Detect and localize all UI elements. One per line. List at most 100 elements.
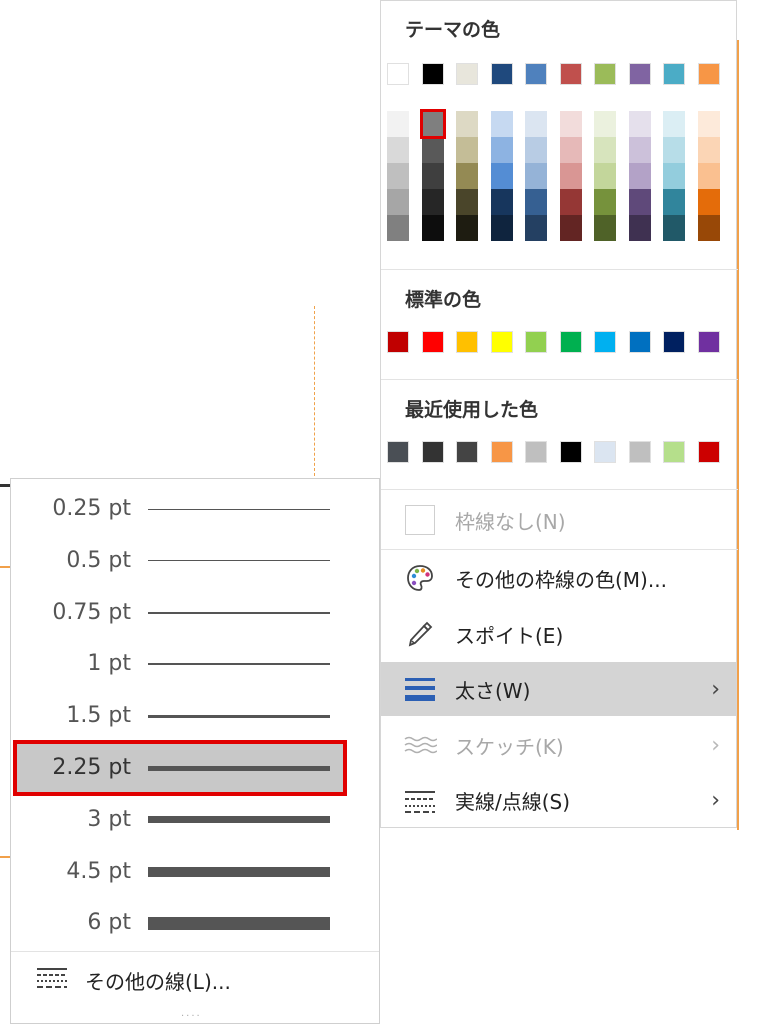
theme-shade-swatch[interactable] [456,189,478,215]
theme-color-swatch[interactable] [697,63,720,85]
theme-shade-swatch[interactable] [456,137,478,163]
theme-shade-swatch[interactable] [490,163,513,189]
line-weight-option[interactable]: 2.25 pt [13,740,347,796]
theme-shade-swatch[interactable] [456,215,478,241]
line-weight-option[interactable]: 6 pt [15,897,345,949]
theme-shade-swatch[interactable] [594,163,616,189]
theme-shade-swatch[interactable] [456,163,478,189]
theme-shade-swatch[interactable] [697,137,720,163]
theme-shade-swatch[interactable] [490,215,513,241]
theme-shade-swatch[interactable] [490,137,513,163]
theme-color-swatch[interactable] [559,63,582,85]
resize-grip[interactable]: ···· [181,1011,202,1022]
line-weight-option[interactable]: 0.75 pt [15,587,345,639]
theme-shade-swatch[interactable] [697,215,720,241]
theme-shade-swatch[interactable] [421,137,444,163]
theme-shade-swatch[interactable] [594,189,616,215]
theme-shade-swatch[interactable] [594,137,616,163]
theme-shade-swatch[interactable] [525,215,547,241]
theme-shade-swatch[interactable] [594,215,616,241]
theme-shade-swatch[interactable] [387,111,409,137]
theme-shade-swatch[interactable] [559,163,582,189]
theme-color-swatch[interactable] [628,63,651,85]
theme-shade-swatch[interactable] [525,111,547,137]
more-border-colors-item[interactable]: その他の枠線の色(M)... [381,551,736,605]
standard-color-swatch[interactable] [594,331,616,353]
theme-shade-swatch[interactable] [628,137,651,163]
theme-shade-swatch[interactable] [387,215,409,241]
theme-shade-swatch[interactable] [559,111,582,137]
recent-color-swatch[interactable] [663,441,685,463]
line-weight-option[interactable]: 1.5 pt [15,690,345,742]
standard-color-swatch[interactable] [559,331,582,353]
more-lines-item[interactable]: その他の線(L)... [11,951,379,1008]
theme-shade-swatch[interactable] [559,189,582,215]
recent-color-swatch[interactable] [525,441,547,463]
recent-color-swatch[interactable] [387,441,409,463]
dash-type-item[interactable]: 実線/点線(S) › [381,773,736,827]
theme-shade-swatch[interactable] [594,111,616,137]
eyedropper-item[interactable]: スポイト(E) [381,607,736,661]
theme-shade-swatch[interactable] [490,111,513,137]
theme-shade-swatch[interactable] [525,137,547,163]
theme-shade-swatch[interactable] [628,163,651,189]
theme-shade-column [490,111,513,241]
theme-shade-swatch[interactable] [490,189,513,215]
line-weight-option[interactable]: 3 pt [15,794,345,846]
theme-shade-swatch[interactable] [628,189,651,215]
theme-color-swatch[interactable] [525,63,547,85]
theme-shade-column [697,111,720,241]
standard-color-swatch[interactable] [628,331,651,353]
theme-color-swatch[interactable] [594,63,616,85]
recent-color-swatch[interactable] [456,441,478,463]
line-weight-option[interactable]: 0.25 pt [15,483,345,535]
theme-color-swatch[interactable] [456,63,478,85]
line-weight-item[interactable]: 太さ(W) › [381,662,736,716]
standard-color-swatch[interactable] [663,331,685,353]
theme-shade-swatch[interactable] [419,109,446,139]
standard-color-swatch[interactable] [490,331,513,353]
standard-color-swatch[interactable] [525,331,547,353]
recent-color-swatch[interactable] [421,441,444,463]
theme-shade-swatch[interactable] [387,189,409,215]
standard-color-swatch[interactable] [697,331,720,353]
recent-color-swatch[interactable] [559,441,582,463]
theme-shade-swatch[interactable] [421,163,444,189]
theme-shade-swatch[interactable] [697,189,720,215]
line-weight-option[interactable]: 4.5 pt [15,846,345,898]
recent-color-swatch[interactable] [490,441,513,463]
standard-color-swatch[interactable] [421,331,444,353]
standard-color-swatch[interactable] [456,331,478,353]
theme-color-swatch[interactable] [421,63,444,85]
theme-shade-swatch[interactable] [387,163,409,189]
theme-shade-swatch[interactable] [697,163,720,189]
theme-shade-swatch[interactable] [421,215,444,241]
theme-shade-swatch[interactable] [697,111,720,137]
theme-shade-swatch[interactable] [456,111,478,137]
recent-color-swatch[interactable] [628,441,651,463]
line-weight-option[interactable]: 0.5 pt [15,535,345,587]
theme-shade-swatch[interactable] [525,163,547,189]
theme-shade-swatch[interactable] [663,163,685,189]
theme-color-swatch[interactable] [490,63,513,85]
no-border-item[interactable]: 枠線なし(N) [381,493,736,547]
sketch-item[interactable]: スケッチ(K) › [381,718,736,772]
theme-shade-swatch[interactable] [663,189,685,215]
line-weight-option[interactable]: 1 pt [15,638,345,690]
theme-shade-swatch[interactable] [663,111,685,137]
theme-shade-swatch[interactable] [525,189,547,215]
theme-shade-swatch[interactable] [663,137,685,163]
theme-shade-swatch[interactable] [628,111,651,137]
theme-shade-swatch[interactable] [559,137,582,163]
theme-shade-swatch[interactable] [663,215,685,241]
theme-shade-swatch[interactable] [421,189,444,215]
recent-color-swatch[interactable] [594,441,616,463]
recent-color-swatch[interactable] [697,441,720,463]
theme-color-swatch[interactable] [387,63,409,85]
theme-shade-swatch[interactable] [387,137,409,163]
theme-color-swatch[interactable] [663,63,685,85]
recent-colors-title: 最近使用した色 [405,399,539,421]
theme-shade-swatch[interactable] [559,215,582,241]
standard-color-swatch[interactable] [387,331,409,353]
theme-shade-swatch[interactable] [628,215,651,241]
